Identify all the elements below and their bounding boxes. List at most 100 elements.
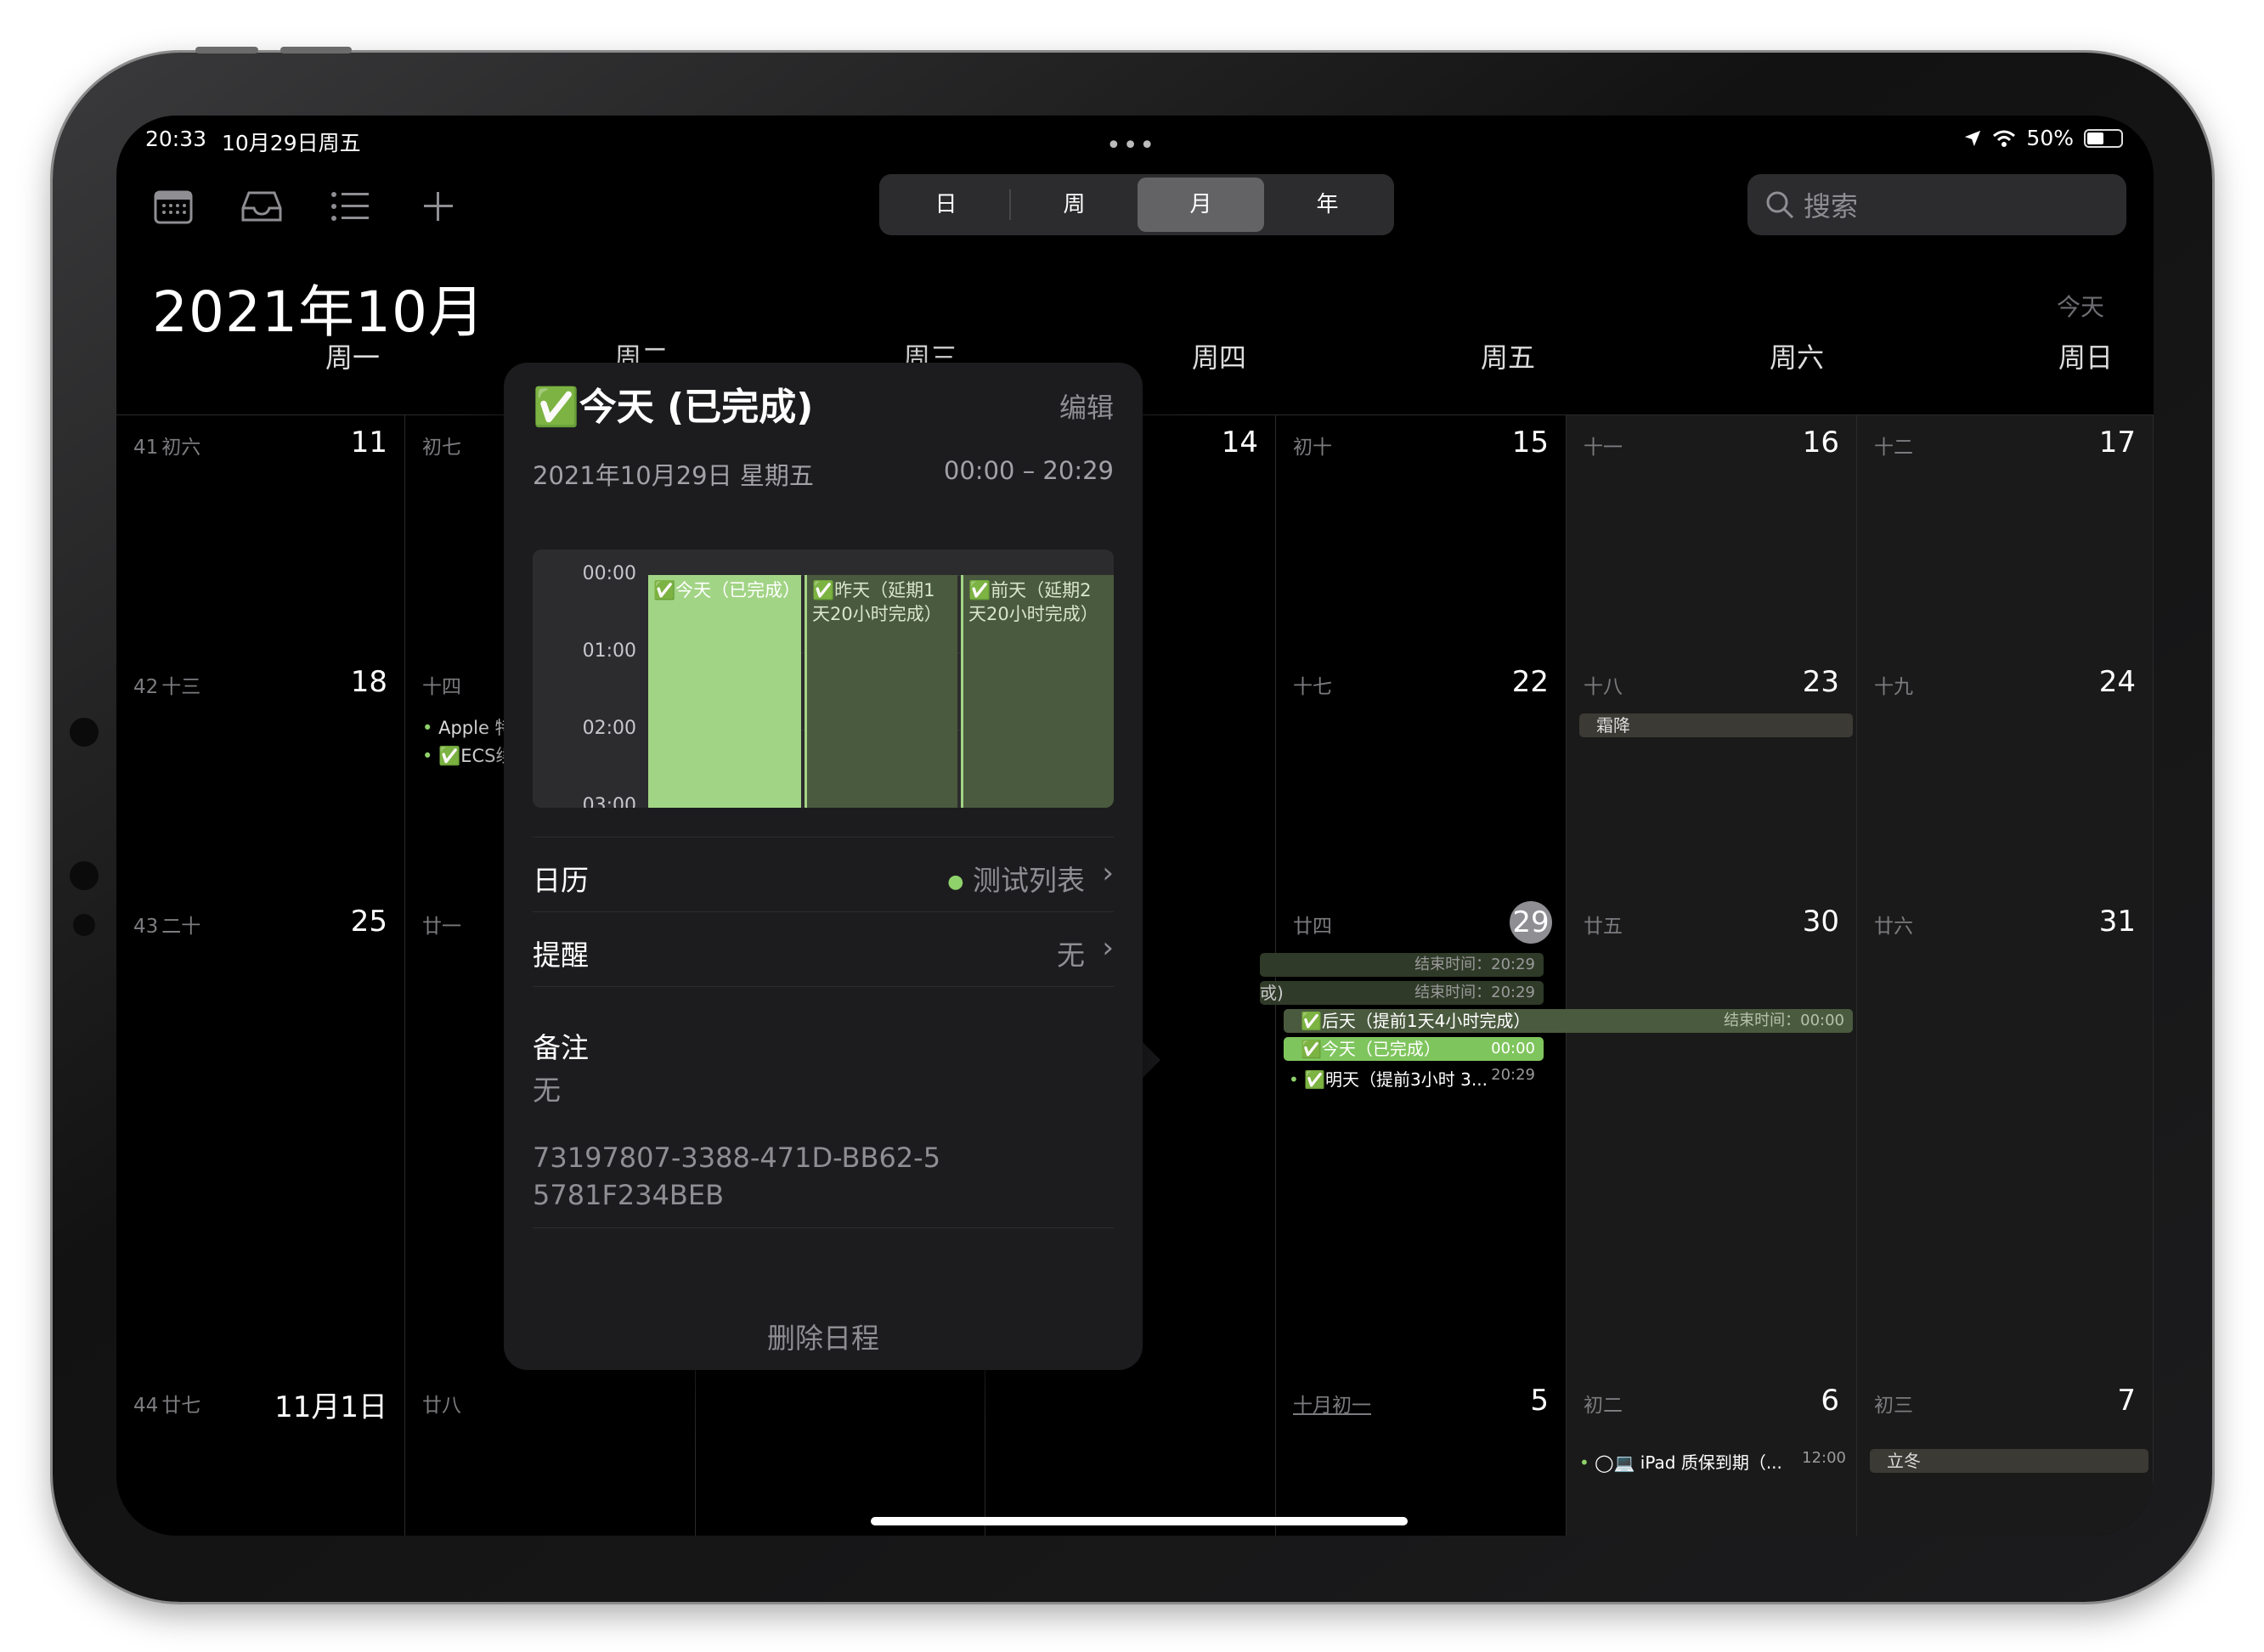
inbox-icon[interactable] — [240, 185, 283, 228]
day-cell[interactable]: 廿八 — [405, 1373, 696, 1536]
calendar-row[interactable]: 日历 ● 测试列表 › — [533, 837, 1114, 912]
timeline-event-yesterday[interactable]: ✅昨天（延期1天20小时完成） — [805, 575, 957, 808]
event-uuid: 73197807-3388-471D-BB62-55781F234BEB — [533, 1142, 941, 1211]
weekday-label: 周三 — [902, 341, 957, 374]
day-cell[interactable]: 廿六 31 — [1857, 894, 2154, 1134]
day-number: 6 — [1821, 1384, 1839, 1418]
alert-row[interactable]: 提醒 无 › — [533, 911, 1114, 987]
lunar-date: 廿五 — [1584, 916, 1623, 938]
day-number: 5 — [1530, 1384, 1549, 1418]
multitasking-dots-icon[interactable]: ••• — [1106, 131, 1156, 161]
day-number: 23 — [1802, 665, 1839, 699]
day-number: 17 — [2098, 426, 2136, 460]
home-indicator[interactable] — [871, 1517, 1408, 1525]
day-number: 7 — [2117, 1384, 2136, 1418]
day-cell[interactable]: 十七 22 — [1276, 655, 1567, 894]
timeline-event-before[interactable]: ✅前天（延期2天20小时完成） — [961, 575, 1114, 808]
sensor-dot — [73, 914, 95, 936]
sensor-dot — [70, 718, 99, 747]
event-time-range: 00:00 – 20:29 — [943, 456, 1114, 485]
toolbar — [152, 185, 460, 228]
delete-event-button[interactable]: 删除日程 — [504, 1316, 1143, 1356]
weekday-label: 周六 — [1769, 341, 1824, 374]
day-cell[interactable]: 初十 15 — [1276, 415, 1567, 655]
event-lidong[interactable]: 立冬 — [1870, 1449, 2148, 1473]
lunar-date: 十八 — [1584, 676, 1623, 698]
event-frost[interactable]: 霜降 — [1579, 713, 1853, 737]
battery-icon — [2084, 128, 2123, 148]
day-number: 24 — [2098, 665, 2136, 699]
lunar-date: 十二 — [1874, 437, 1913, 459]
day-cell[interactable]: 十一 16 — [1567, 415, 1857, 655]
search-icon — [1766, 191, 1794, 219]
lunar-date: 初十 — [1293, 437, 1332, 459]
status-date: 10月29日周五 — [222, 131, 361, 155]
day-cell[interactable]: 十月初一 5 — [1276, 1373, 1567, 1536]
day-cell[interactable] — [696, 1373, 985, 1536]
day-number: 16 — [1802, 426, 1839, 460]
view-segmented-control: 日 周 月 年 — [879, 174, 1394, 235]
add-icon[interactable] — [417, 185, 460, 228]
hour-label: 02:00 — [582, 718, 636, 739]
day-number: 22 — [1511, 665, 1549, 699]
calendar-label: 日历 — [533, 864, 589, 897]
status-right: 50% — [1963, 126, 2123, 150]
battery-percent: 50% — [2026, 126, 2074, 150]
day-cell[interactable] — [985, 1373, 1276, 1536]
wifi-icon — [1993, 130, 2016, 147]
lunar-date: 廿六 — [1874, 916, 1913, 938]
calendar-icon[interactable] — [152, 185, 195, 228]
lunar-date: 初三 — [1874, 1395, 1913, 1417]
tab-month[interactable]: 月 — [1138, 178, 1264, 232]
day-cell[interactable]: 42 十三 18 — [116, 655, 405, 894]
day-cell[interactable]: 43 二十 25 — [116, 894, 405, 1134]
day-timeline[interactable]: 00:00 01:00 02:00 03:00 ✅今天（已完成） ✅昨天（延期1… — [533, 550, 1114, 808]
week-number: 44 — [133, 1395, 159, 1417]
weekday-label: 周二 — [613, 341, 669, 374]
tab-year[interactable]: 年 — [1264, 178, 1391, 232]
weekday-label: 周四 — [1191, 341, 1246, 374]
day-number: 15 — [1511, 426, 1549, 460]
list-icon[interactable] — [329, 185, 371, 228]
chevron-right-icon: › — [1102, 856, 1114, 890]
day-number: 30 — [1802, 905, 1839, 939]
notes-label: 备注 — [533, 1031, 589, 1064]
event-today[interactable]: ✅今天（已完成） 00:00 — [1284, 1037, 1544, 1061]
day-cell[interactable] — [1276, 1134, 1567, 1373]
day-cell[interactable]: 十二 17 — [1857, 415, 2154, 655]
location-icon — [1965, 130, 1981, 146]
today-button[interactable]: 今天 — [2057, 289, 2104, 323]
day-cell[interactable]: 十九 24 — [1857, 655, 2154, 894]
lunar-date: 廿四 — [1293, 916, 1332, 938]
event-end-2[interactable]: 戓) 结束时间：20:29 — [1260, 981, 1544, 1005]
search-field[interactable]: 搜索 — [1747, 174, 2126, 235]
tab-week[interactable]: 周 — [1011, 178, 1138, 232]
day-cell[interactable] — [1857, 1134, 2154, 1373]
event-ipad[interactable]: • ◯💻 iPad 质保到期（... 12:00 — [1579, 1449, 1853, 1474]
day-cell[interactable]: 十八 23 — [1567, 655, 1857, 894]
event-title: ✅今天 (已完成) — [533, 386, 814, 429]
event-end-1[interactable]: 结束时间：20:29 — [1260, 953, 1544, 977]
edit-button[interactable]: 编辑 — [1059, 386, 1114, 426]
lunar-date: 41 初六 — [133, 431, 200, 460]
day-number: 18 — [350, 665, 387, 699]
week-number: 43 — [133, 916, 159, 938]
weekday-label: 周日 — [2058, 341, 2113, 374]
timeline-event-today[interactable]: ✅今天（已完成） — [648, 575, 801, 808]
day-cell[interactable]: 41 初六 11 — [116, 415, 405, 655]
notes-value: 无 — [533, 1074, 561, 1107]
alert-label: 提醒 — [533, 939, 589, 972]
lunar-date: 廿七 — [161, 1395, 201, 1417]
event-after[interactable]: ✅后天（提前1天4小时完成） 结束时间：00:00 — [1284, 1009, 1853, 1033]
lunar-date: 十三 — [161, 676, 201, 698]
hour-label: 00:00 — [582, 563, 636, 584]
day-cell[interactable] — [1567, 1134, 1857, 1373]
tab-day[interactable]: 日 — [883, 178, 1009, 232]
lunar-date: 十七 — [1293, 676, 1332, 698]
event-popover: ✅今天 (已完成) 编辑 2021年10月29日 星期五 00:00 – 20:… — [504, 363, 1143, 1370]
hour-label: 03:00 — [582, 795, 636, 808]
day-cell[interactable] — [116, 1134, 405, 1373]
day-cell[interactable]: 44 廿七 11月1日 — [116, 1373, 405, 1536]
event-tomorrow[interactable]: • ✅明天（提前3小时 3... 20:29 — [1289, 1066, 1544, 1091]
week-number: 42 — [133, 676, 159, 698]
